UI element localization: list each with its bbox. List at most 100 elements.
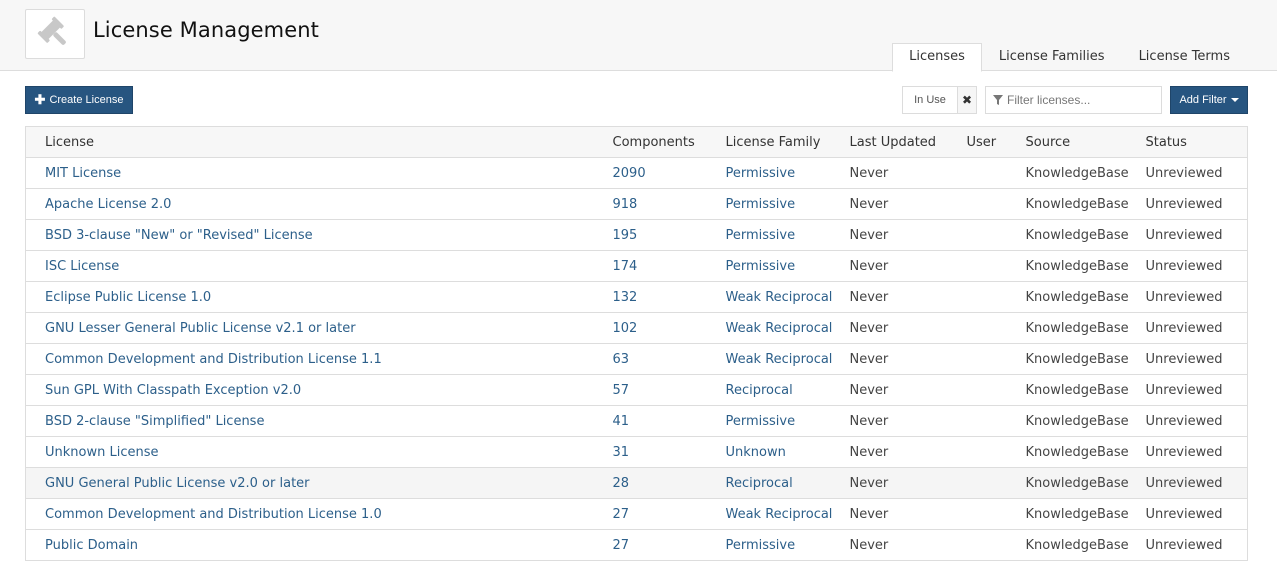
remove-filter-button[interactable]: ✖ — [957, 86, 977, 114]
license-name-link[interactable]: ISC License — [45, 259, 119, 274]
column-header-last-updated[interactable]: Last Updated — [849, 126, 967, 158]
license-family-link[interactable]: Permissive — [726, 228, 796, 243]
license-family-link[interactable]: Permissive — [726, 259, 796, 274]
column-header-source[interactable]: Source — [1025, 126, 1146, 158]
cell-license-family: Permissive — [725, 188, 850, 220]
table-row[interactable]: Unknown License 31 Unknown Never KnowledgeBa… — [25, 436, 1248, 468]
cell-license-name: ISC License — [25, 250, 613, 282]
license-family-link[interactable]: Reciprocal — [726, 383, 793, 398]
create-license-label: Create License — [49, 94, 124, 106]
table-row[interactable]: Eclipse Public License 1.0 132 Weak Recipr… — [25, 281, 1248, 313]
table-row[interactable]: GNU Lesser General Public License v2.1 o… — [25, 312, 1248, 344]
column-header-license[interactable]: License — [25, 126, 613, 158]
cell-last-updated: Never — [849, 281, 967, 313]
license-name-link[interactable]: Eclipse Public License 1.0 — [45, 290, 211, 305]
license-name-link[interactable]: Sun GPL With Classpath Exception v2.0 — [45, 383, 301, 398]
table-row[interactable]: Common Development and Distribution Lice… — [25, 343, 1248, 375]
components-count-link[interactable]: 27 — [613, 538, 630, 553]
table-row[interactable]: Public Domain 27 Permissive Never KnowledgeB… — [25, 529, 1248, 561]
cell-components-count: 174 — [612, 250, 726, 282]
cell-source: KnowledgeBase — [1025, 219, 1146, 251]
license-family-link[interactable]: Unknown — [726, 445, 786, 460]
license-family-link[interactable]: Permissive — [726, 414, 796, 429]
tab-license-terms[interactable]: License Terms — [1122, 43, 1247, 71]
license-family-link[interactable]: Reciprocal — [726, 476, 793, 491]
components-count-link[interactable]: 31 — [613, 445, 630, 460]
table-row[interactable]: BSD 2-clause "Simplified" License 41 Permi… — [25, 405, 1248, 437]
components-count-link[interactable]: 132 — [613, 290, 638, 305]
license-name-link[interactable]: Common Development and Distribution Lice… — [45, 352, 382, 367]
license-name-link[interactable]: GNU General Public License v2.0 or later — [45, 476, 310, 491]
license-family-link[interactable]: Permissive — [726, 197, 796, 212]
tab-licenses[interactable]: Licenses — [892, 43, 982, 72]
last-updated: Never — [849, 351, 889, 367]
cell-license-name: GNU Lesser General Public License v2.1 o… — [25, 312, 613, 344]
status: Unreviewed — [1145, 320, 1223, 336]
table-row[interactable]: MIT License 2090 Permissive Never KnowledgeB… — [25, 157, 1248, 189]
license-name-link[interactable]: BSD 2-clause "Simplified" License — [45, 414, 264, 429]
cell-components-count: 41 — [612, 405, 726, 437]
cell-license-family: Permissive — [725, 529, 850, 561]
table-row[interactable]: Sun GPL With Classpath Exception v2.0 57 R… — [25, 374, 1248, 406]
cell-license-name: Eclipse Public License 1.0 — [25, 281, 613, 313]
last-updated: Never — [849, 537, 889, 553]
license-name-link[interactable]: Unknown License — [45, 445, 159, 460]
cell-user — [966, 250, 1026, 282]
components-count-link[interactable]: 102 — [613, 321, 638, 336]
license-name-link[interactable]: Apache License 2.0 — [45, 197, 171, 212]
cell-components-count: 28 — [612, 467, 726, 499]
license-name-link[interactable]: Public Domain — [45, 538, 138, 553]
source: KnowledgeBase — [1025, 475, 1129, 491]
cell-license-family: Permissive — [725, 219, 850, 251]
source: KnowledgeBase — [1025, 351, 1129, 367]
cell-license-name: Apache License 2.0 — [25, 188, 613, 220]
table-row[interactable]: GNU General Public License v2.0 or later… — [25, 467, 1248, 499]
cell-status: Unreviewed — [1145, 405, 1248, 437]
cell-license-family: Weak Reciprocal — [725, 281, 850, 313]
cell-source: KnowledgeBase — [1025, 312, 1146, 344]
add-filter-button[interactable]: Add Filter — [1170, 86, 1248, 114]
license-name-link[interactable]: Common Development and Distribution Lice… — [45, 507, 382, 522]
components-count-link[interactable]: 41 — [613, 414, 630, 429]
components-count-link[interactable]: 918 — [613, 197, 638, 212]
license-family-link[interactable]: Weak Reciprocal — [726, 321, 833, 336]
components-count-link[interactable]: 28 — [613, 476, 630, 491]
cell-license-name: Unknown License — [25, 436, 613, 468]
table-row[interactable]: Apache License 2.0 918 Permissive Never Know… — [25, 188, 1248, 220]
components-count-link[interactable]: 57 — [613, 383, 630, 398]
create-license-button[interactable]: ✚ Create License — [25, 86, 133, 114]
status: Unreviewed — [1145, 413, 1223, 429]
components-count-link[interactable]: 195 — [613, 228, 638, 243]
table-row[interactable]: Common Development and Distribution Lice… — [25, 498, 1248, 530]
cell-license-family: Permissive — [725, 405, 850, 437]
components-count-link[interactable]: 174 — [613, 259, 638, 274]
filter-field[interactable] — [985, 86, 1162, 114]
components-count-link[interactable]: 27 — [613, 507, 630, 522]
column-header-components[interactable]: Components — [612, 126, 726, 158]
cell-source: KnowledgeBase — [1025, 498, 1146, 530]
cell-status: Unreviewed — [1145, 188, 1248, 220]
license-name-link[interactable]: MIT License — [45, 166, 121, 181]
add-filter-label: Add Filter — [1179, 94, 1227, 106]
source: KnowledgeBase — [1025, 506, 1129, 522]
license-family-link[interactable]: Weak Reciprocal — [726, 507, 833, 522]
table-row[interactable]: ISC License 174 Permissive Never KnowledgeBa… — [25, 250, 1248, 282]
license-name-link[interactable]: BSD 3-clause "New" or "Revised" License — [45, 228, 313, 243]
license-family-link[interactable]: Weak Reciprocal — [726, 352, 833, 367]
components-count-link[interactable]: 63 — [613, 352, 630, 367]
table-header-row: License Components License Family Last U… — [25, 126, 1248, 158]
tab-license-families[interactable]: License Families — [982, 43, 1122, 71]
components-count-link[interactable]: 2090 — [613, 166, 646, 181]
column-header-user[interactable]: User — [966, 126, 1026, 158]
column-header-license-family[interactable]: License Family — [725, 126, 850, 158]
license-family-link[interactable]: Weak Reciprocal — [726, 290, 833, 305]
plus-icon: ✚ — [34, 92, 46, 107]
license-family-link[interactable]: Permissive — [726, 538, 796, 553]
cell-user — [966, 281, 1026, 313]
cell-source: KnowledgeBase — [1025, 467, 1146, 499]
table-row[interactable]: BSD 3-clause "New" or "Revised" License 1… — [25, 219, 1248, 251]
filter-licenses-input[interactable] — [1007, 93, 1157, 107]
license-name-link[interactable]: GNU Lesser General Public License v2.1 o… — [45, 321, 356, 336]
license-family-link[interactable]: Permissive — [726, 166, 796, 181]
column-header-status[interactable]: Status — [1145, 126, 1248, 158]
